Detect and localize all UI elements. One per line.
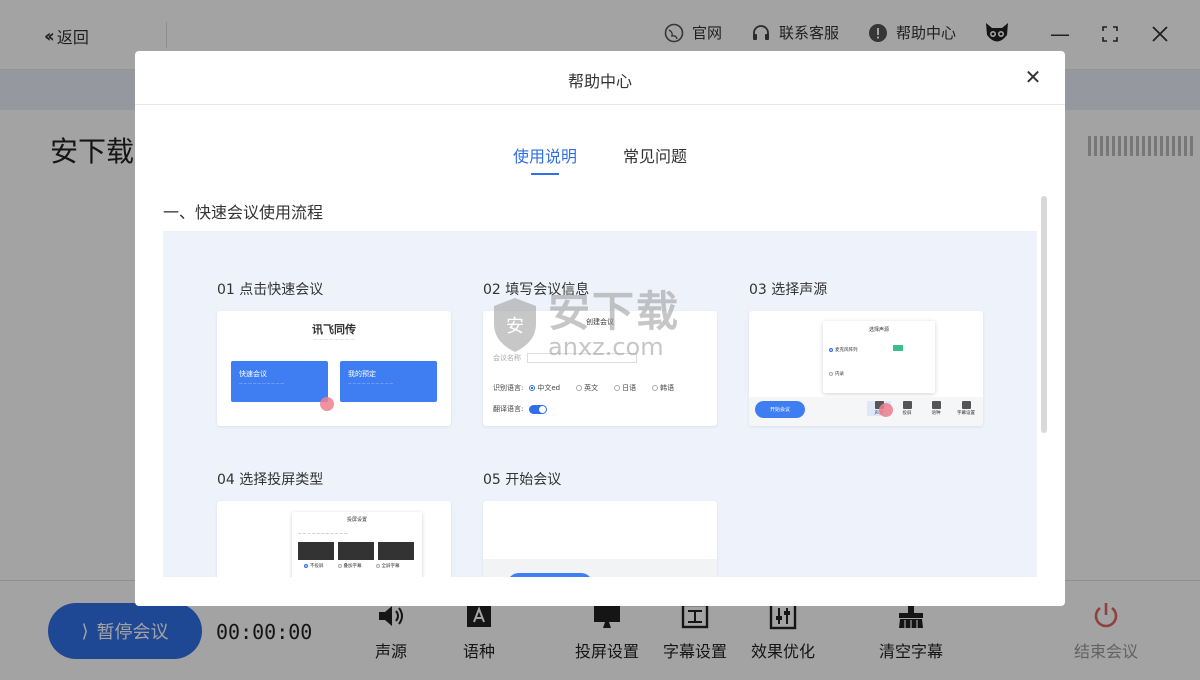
step-label: 04 选择投屏类型	[217, 472, 324, 488]
click-indicator	[879, 403, 893, 417]
dialog-header: 帮助中心 ✕	[135, 51, 1065, 105]
start-button-preview	[507, 573, 593, 577]
step-5-screenshot	[483, 501, 717, 577]
tab-faq[interactable]: 常见问题	[623, 143, 687, 171]
section-title: 一、快速会议使用流程	[163, 203, 324, 222]
translate-language-row: 翻译语言:	[493, 404, 548, 414]
shield-logo-icon: 安	[494, 298, 536, 352]
click-indicator	[320, 397, 334, 411]
meeting-toolbar-preview: 开始会议 声源 投屏 语种 字幕设置	[749, 397, 983, 426]
watermark: 安 安下载 anxz.com	[490, 290, 680, 360]
step-label: 05 开始会议	[483, 472, 562, 488]
step-3-screenshot: 选择声源 麦克风阵列 内录 开始会议 声源 投屏 语种 字幕设置	[749, 311, 983, 426]
step-4-screenshot: 投屏设置 — — — — — — — — — — — 不投屏 叠加字幕 全屏字幕	[217, 501, 451, 577]
start-meeting-pill: 开始会议	[755, 401, 805, 418]
quick-meeting-label: 快速会议	[239, 370, 267, 378]
dialog-tabs: 使用说明 常见问题	[135, 143, 1065, 175]
svg-text:安: 安	[506, 316, 524, 337]
screen-cast-dialog-preview: 投屏设置 — — — — — — — — — — — 不投屏 叠加字幕 全屏字幕	[292, 512, 422, 577]
step-label: 03 选择声源	[749, 282, 828, 298]
quick-meeting-tile: 快速会议 — — — — — — — — — —	[231, 361, 328, 402]
my-booking-label: 我的预定	[348, 370, 376, 378]
translate-toggle	[529, 404, 548, 414]
step-label: 01 点击快速会议	[217, 282, 324, 298]
tab-usage-guide[interactable]: 使用说明	[513, 143, 577, 175]
step-1-screenshot: 讯飞同传 — — — — — — — — 快速会议 — — — — — — — …	[217, 311, 451, 426]
recognize-language-row: 识别语言: 中文ed 英文 日语 韩语	[493, 384, 675, 392]
my-booking-tile: 我的预定 — — — — — — — — — —	[340, 361, 437, 402]
dialog-title: 帮助中心	[567, 72, 632, 91]
scrollbar[interactable]	[1041, 196, 1047, 433]
app-name: 讯飞同传	[312, 323, 356, 336]
guide-panel: 01 点击快速会议 02 填写会议信息 03 选择声源 04 选择投屏类型 05…	[163, 231, 1037, 577]
dialog-close-icon[interactable]: ✕	[1021, 65, 1045, 89]
app-subtitle: — — — — — — — —	[313, 337, 355, 342]
sound-source-popup: 选择声源 麦克风阵列 内录	[823, 321, 935, 393]
